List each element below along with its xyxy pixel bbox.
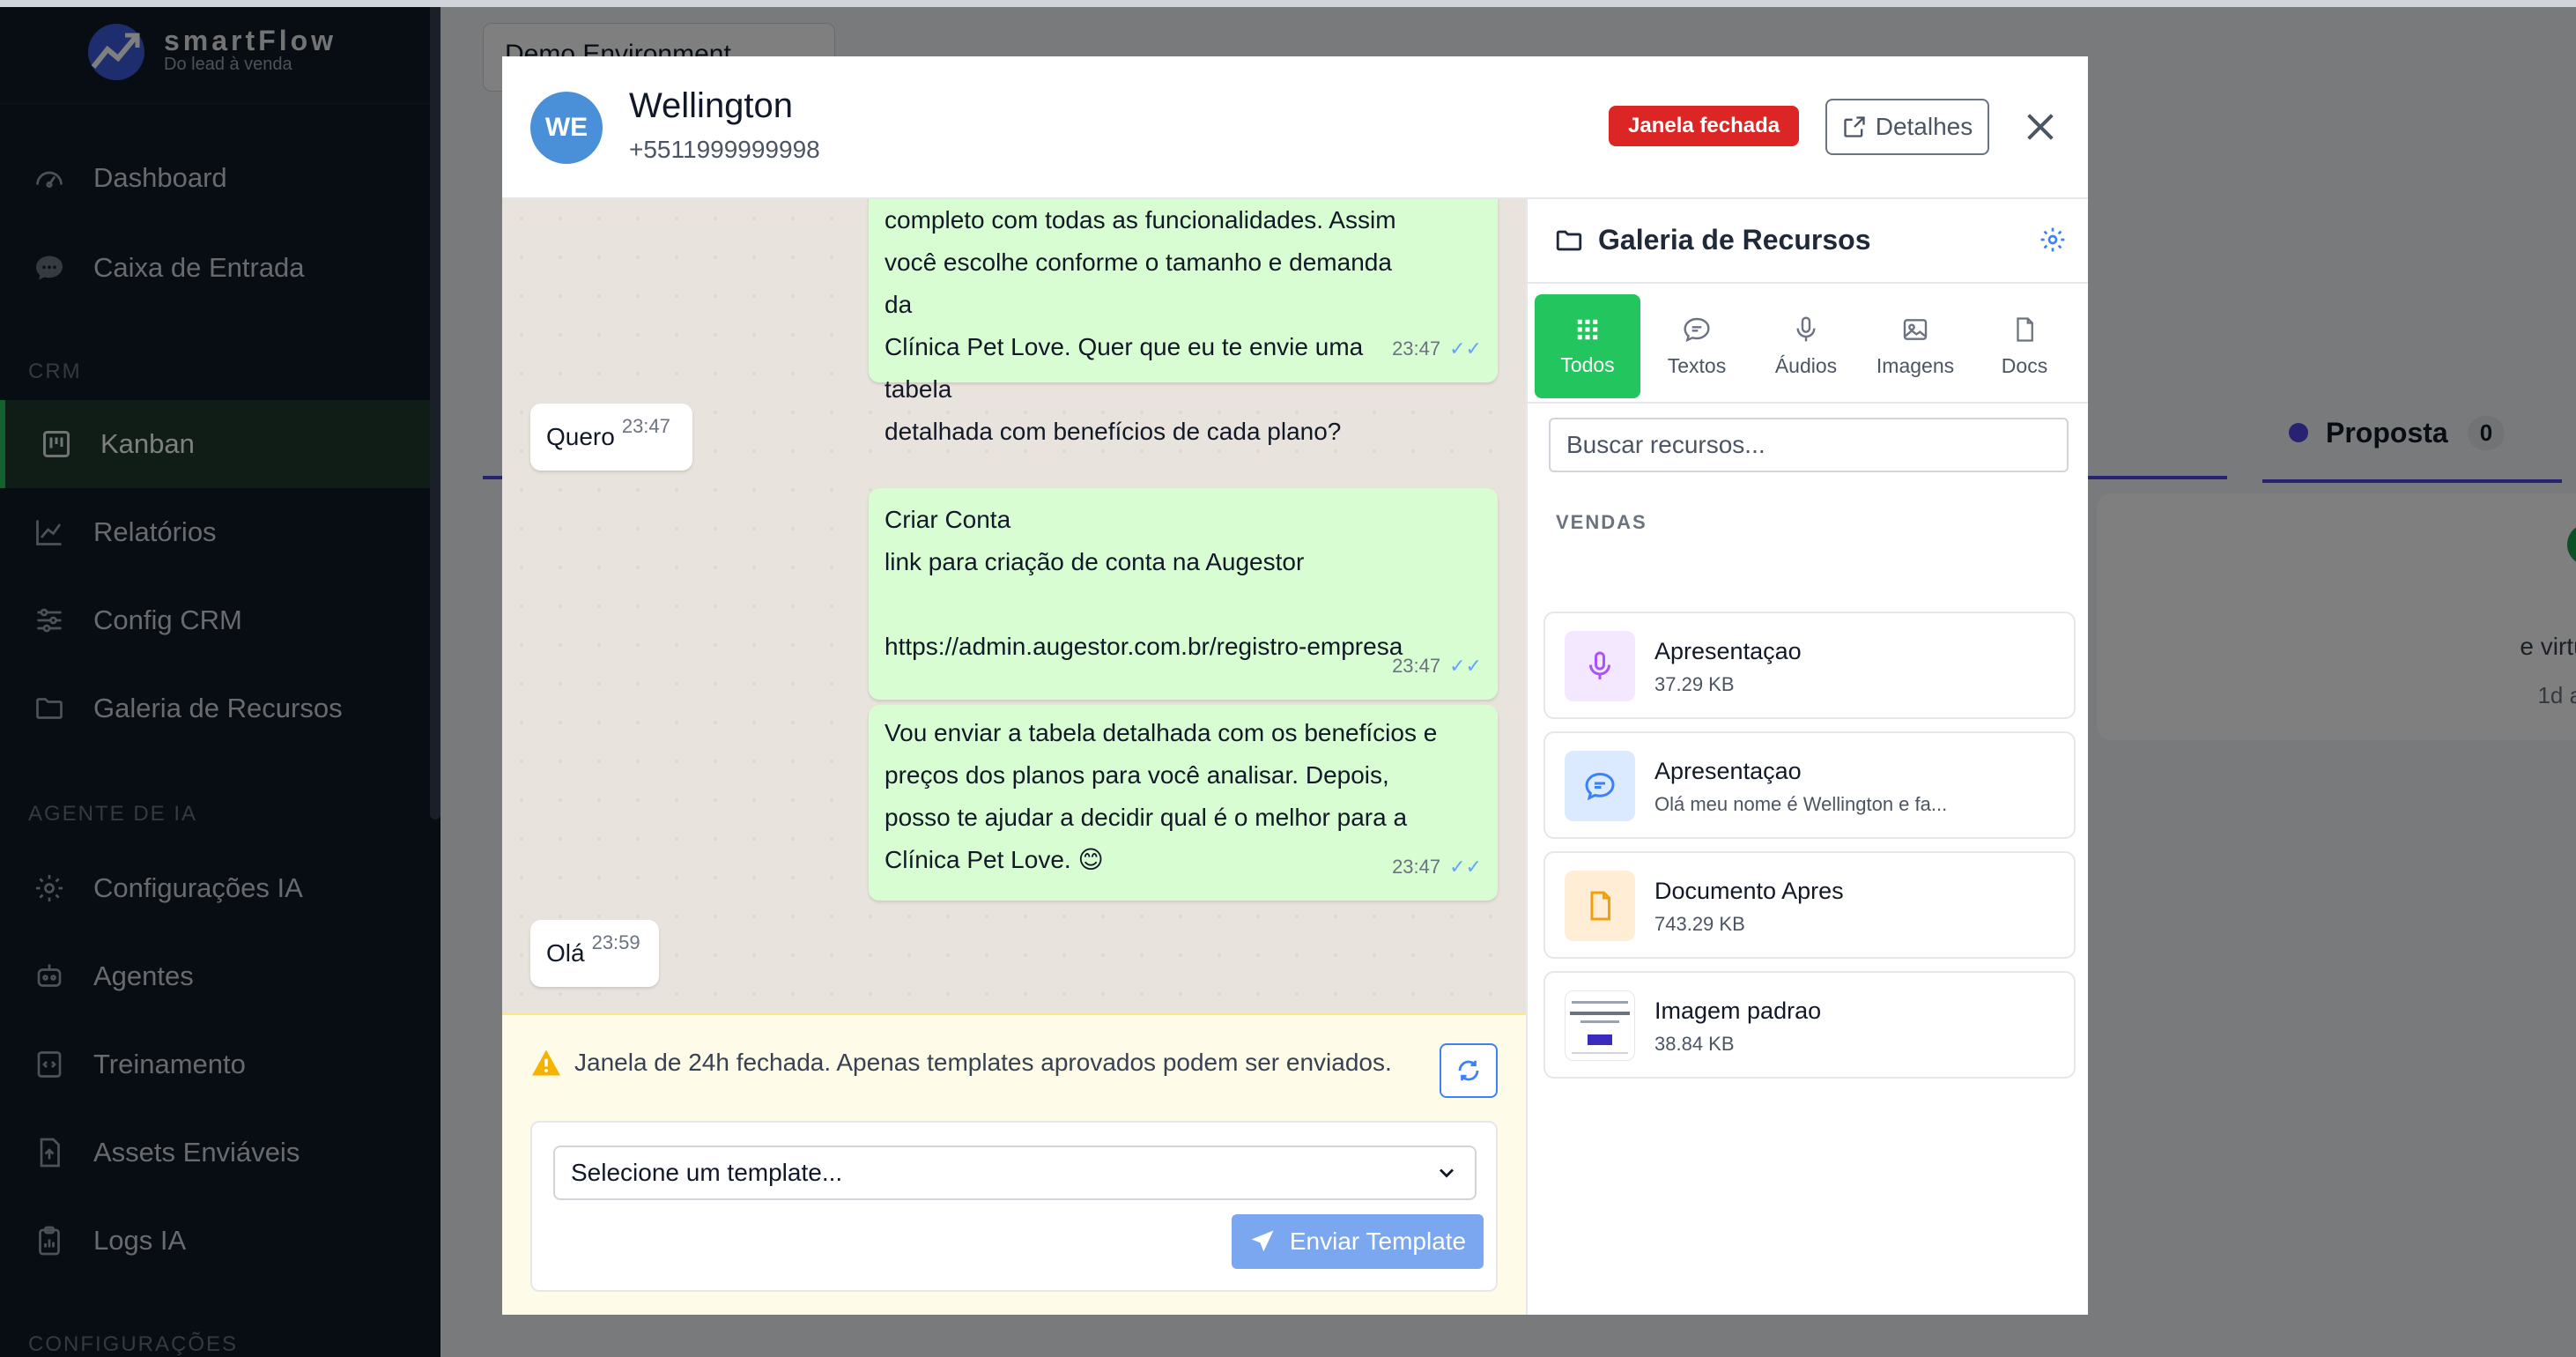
status-badge: Janela fechada: [1609, 106, 1800, 146]
contact-name: Wellington: [629, 86, 794, 125]
message-time: 23:47: [1392, 655, 1441, 677]
window-closed-warning: Janela de 24h fechada. Apenas templates …: [530, 1049, 1392, 1077]
message-outgoing: Criar Conta link para criação de conta n…: [869, 488, 1498, 700]
resource-name: Imagem padrao: [1654, 997, 1822, 1024]
template-composer: Janela de 24h fechada. Apenas templates …: [502, 1013, 1526, 1315]
chevron-down-icon: [1440, 1168, 1454, 1178]
top-strip: [0, 0, 2576, 7]
message-time: 23:59: [591, 931, 640, 953]
file-icon: [1565, 871, 1635, 941]
message-line: Clínica Pet Love. Quer que eu te envie u…: [885, 333, 1364, 403]
message-text: Quero: [546, 423, 615, 450]
image-thumbnail: [1565, 990, 1635, 1061]
message-line: [885, 583, 1482, 626]
message-line: completo com todas as funcionalidades. A…: [885, 206, 1396, 234]
warning-icon: [532, 1049, 560, 1076]
tab-label: Docs: [2001, 353, 2048, 377]
category-label: VENDAS: [1556, 511, 1647, 533]
message-line: você escolhe conforme o tamanho e demand…: [885, 248, 1392, 318]
tab-texts[interactable]: Textos: [1644, 294, 1750, 398]
send-template-label: Enviar Template: [1289, 1227, 1467, 1255]
refresh-templates-button[interactable]: [1440, 1043, 1498, 1098]
tab-all[interactable]: Todos: [1535, 294, 1640, 398]
message-time: 23:47: [1392, 337, 1441, 360]
close-icon: [2027, 114, 2054, 140]
chat-icon: [1565, 751, 1635, 821]
resource-gallery-header: Galeria de Recursos: [1528, 199, 2088, 284]
template-select-placeholder: Selecione um template...: [571, 1159, 843, 1186]
tab-label: Áudios: [1774, 353, 1838, 377]
resource-subtitle: 38.84 KB: [1654, 1033, 1735, 1055]
message-meta: 23:47 ✓✓: [1392, 328, 1482, 370]
send-template-button[interactable]: Enviar Template: [1232, 1214, 1484, 1269]
contact-phone: +5511999999998: [629, 136, 820, 163]
resource-search-input[interactable]: [1549, 418, 2069, 472]
message-line: Vou enviar a tabela detalhada com os ben…: [885, 719, 1438, 746]
resource-gallery-title: Galeria de Recursos: [1598, 224, 1871, 256]
message-line: preços dos planos para você analisar. De…: [885, 761, 1389, 789]
message-meta: 23:47 ✓✓: [1392, 846, 1482, 888]
tab-label: Textos: [1667, 353, 1727, 377]
message-line: Criar Conta: [885, 506, 1011, 533]
details-button[interactable]: Detalhes: [1825, 99, 1989, 155]
refresh-icon: [1458, 1060, 1479, 1081]
modal-header: WE Wellington +5511999999998 Janela fech…: [502, 56, 2088, 199]
read-ticks-icon: ✓✓: [1449, 337, 1482, 360]
resource-subtitle: Olá meu nome é Wellington e fa...: [1654, 793, 1948, 815]
tab-label: Imagens: [1876, 353, 1955, 377]
read-ticks-icon: ✓✓: [1449, 655, 1482, 677]
message-text: Olá: [546, 939, 585, 967]
read-ticks-icon: ✓✓: [1449, 856, 1482, 878]
message-outgoing: Vou enviar a tabela detalhada com os ben…: [869, 705, 1498, 901]
message-outgoing: completo com todas as funcionalidades. A…: [869, 199, 1498, 445]
folder-icon: [1556, 230, 1582, 251]
resource-name: Apresentaçao: [1654, 758, 1802, 784]
chat-icon: [1684, 317, 1710, 342]
resource-item[interactable]: Apresentaçao Olá meu nome é Wellington e…: [1543, 731, 2076, 839]
send-icon: [1251, 1230, 1274, 1252]
message-time: 23:47: [621, 415, 670, 437]
template-select[interactable]: Selecione um template...: [553, 1146, 1477, 1200]
resource-tabs: Todos Textos Áudios Imagens Docs: [1528, 284, 2088, 404]
message-line: posso te ajudar a decidir qual é o melho…: [885, 804, 1408, 831]
tab-label: Todos: [1560, 352, 1615, 376]
external-link-icon: [1844, 116, 1865, 137]
chat-messages[interactable]: completo com todas as funcionalidades. A…: [502, 199, 1526, 1013]
details-label: Detalhes: [1875, 113, 1973, 140]
image-icon: [1903, 318, 1928, 340]
message-incoming: Quero 23:47: [530, 404, 692, 471]
message-meta: 23:47 ✓✓: [1392, 645, 1482, 687]
resource-subtitle: 37.29 KB: [1654, 673, 1735, 695]
message-line: link para criação de conta na Augestor: [885, 548, 1305, 575]
resource-item[interactable]: Documento Apres 743.29 KB: [1543, 851, 2076, 959]
tab-images[interactable]: Imagens: [1862, 294, 1968, 398]
resource-subtitle: 743.29 KB: [1654, 913, 1745, 935]
message-time: 23:47: [1392, 856, 1441, 878]
grid-icon: [1577, 319, 1598, 339]
avatar: WE: [530, 92, 603, 164]
resource-name: Documento Apres: [1654, 878, 1844, 904]
file-icon: [2017, 316, 2033, 342]
message-line: detalhada com benefícios de cada plano?: [885, 418, 1342, 445]
tab-docs[interactable]: Docs: [1972, 294, 2077, 398]
conversation-modal: WE Wellington +5511999999998 Janela fech…: [502, 56, 2088, 1315]
resource-gallery-panel: Galeria de Recursos Todos Textos Áudios …: [1526, 199, 2088, 1315]
warning-text: Janela de 24h fechada. Apenas templates …: [574, 1049, 1392, 1076]
close-button[interactable]: [2017, 104, 2063, 150]
mic-icon: [1565, 631, 1635, 701]
resource-item[interactable]: Imagem padrao 38.84 KB: [1543, 971, 2076, 1079]
resource-item[interactable]: Apresentaçao 37.29 KB: [1543, 612, 2076, 719]
message-incoming: Olá 23:59: [530, 920, 659, 987]
template-box: Selecione um template... Enviar Template: [530, 1121, 1498, 1292]
resource-name: Apresentaçao: [1654, 638, 1802, 664]
gear-icon[interactable]: [2039, 226, 2067, 254]
mic-icon: [1796, 315, 1816, 341]
tab-audios[interactable]: Áudios: [1753, 294, 1859, 398]
